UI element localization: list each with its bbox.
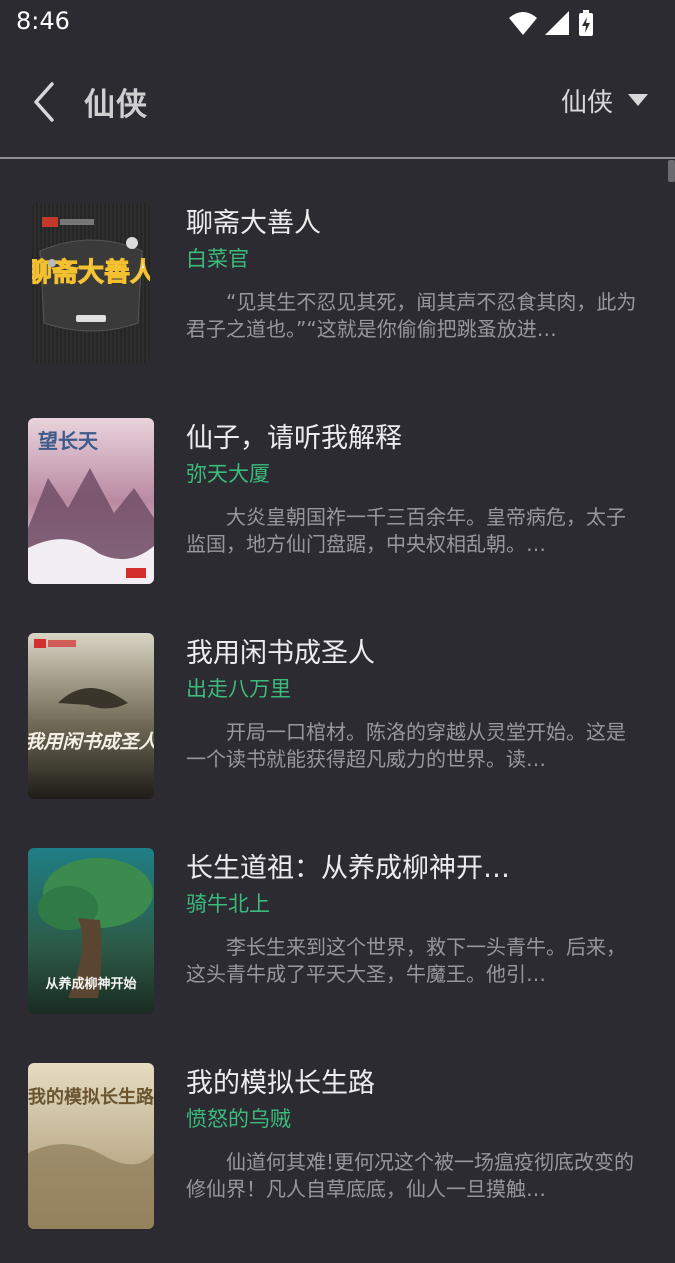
header-divider [0,157,675,159]
status-bar: 8:46 [0,0,675,46]
battery-charging-icon [579,10,593,36]
app-bar: 仙侠 仙侠 [0,46,675,158]
book-cover: 我用闲书成圣人 [28,633,154,799]
category-dropdown-label: 仙侠 [560,87,613,118]
caret-down-icon [628,94,648,106]
book-title: 我的模拟长生路 [186,1068,375,1099]
book-title: 聊斋大善人 [186,208,321,239]
book-item[interactable]: 望长天 仙子，请听我解释 弥天大厦 大炎皇朝国祚一千三百余年。皇帝病危，太子监国… [0,418,675,618]
back-button[interactable] [26,78,66,126]
page-title: 仙侠 [84,87,148,123]
book-description: 李长生来到这个世界，救下一头青牛。后来，这头青牛成了平天大圣，牛魔王。他引… [186,935,626,986]
book-cover: 从养成柳神开始 [28,848,154,1014]
wifi-icon [509,12,537,35]
book-description: 大炎皇朝国祚一千三百余年。皇帝病危，太子监国，地方仙门盘踞，中央权相乱朝。… [186,505,626,556]
book-item[interactable]: 聊斋大善人 聊斋大善人 白菜官 “见其生不忍见其死，闻其声不忍食其肉，此为君子之… [0,203,675,403]
book-description: 仙道何其难!更何况这个被一场瘟疫彻底改变的修仙界！凡人自草底底，仙人一旦摸触… [186,1150,635,1201]
book-author[interactable]: 白菜官 [186,243,249,273]
book-item[interactable]: 从养成柳神开始 长生道祖：从养成柳神开… 骑牛北上 李长生来到这个世界，救下一头… [0,848,675,1048]
book-author[interactable]: 愤怒的乌贼 [186,1103,291,1133]
book-description: 开局一口棺材。陈洛的穿越从灵堂开始。这是一个读书就能获得超凡威力的世界。读… [186,720,626,771]
book-item[interactable]: 我用闲书成圣人 我用闲书成圣人 出走八万里 开局一口棺材。陈洛的穿越从灵堂开始。… [0,633,675,833]
cover-title-text: 望长天 [38,429,99,453]
status-time: 8:46 [16,7,70,35]
book-title: 我用闲书成圣人 [186,638,375,669]
book-title: 长生道祖：从养成柳神开… [186,853,510,884]
cover-title-text: 从养成柳神开始 [45,976,136,992]
book-description: “见其生不忍见其死，闻其声不忍食其肉，此为君子之道也。”“这就是你偷偷把跳蚤放进… [186,290,637,341]
book-item[interactable]: 我的模拟长生路 我的模拟长生路 愤怒的乌贼 仙道何其难!更何况这个被一场瘟疫彻底… [0,1063,675,1263]
book-author[interactable]: 出走八万里 [186,673,291,703]
category-dropdown[interactable]: 仙侠 [561,80,649,120]
book-cover: 望长天 [28,418,154,584]
cover-title-text: 我的模拟长生路 [28,1086,154,1108]
book-author[interactable]: 骑牛北上 [186,888,270,918]
book-cover: 我的模拟长生路 [28,1063,154,1229]
scrollbar[interactable] [668,160,675,182]
chevron-left-icon [34,82,54,122]
cover-title-text: 我用闲书成圣人 [28,731,154,753]
status-icons [507,9,627,37]
book-cover: 聊斋大善人 [32,203,150,363]
book-author[interactable]: 弥天大厦 [186,458,270,488]
book-title: 仙子，请听我解释 [186,423,402,454]
signal-icon [545,11,569,35]
